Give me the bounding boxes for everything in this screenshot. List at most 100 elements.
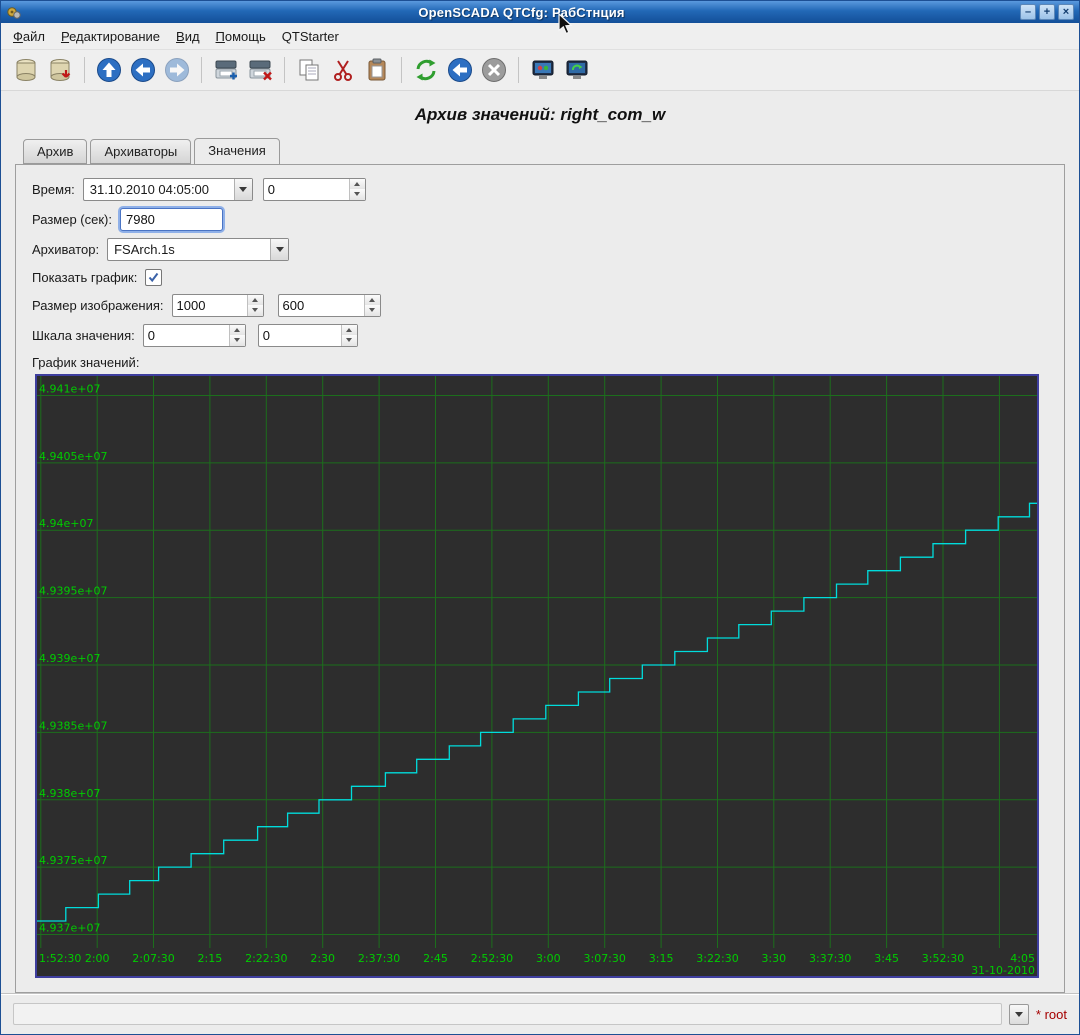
archiver-combo[interactable]: FSArch.1s xyxy=(107,238,289,261)
image-width-spinbox[interactable] xyxy=(172,294,264,317)
scale-from-down-button[interactable] xyxy=(230,335,245,346)
svg-text:3:52:30: 3:52:30 xyxy=(922,952,964,965)
time-combo-value: 31.10.2010 04:05:00 xyxy=(84,179,234,200)
svg-text:4.938e+07: 4.938e+07 xyxy=(39,787,100,800)
image-width-up-button[interactable] xyxy=(248,295,263,306)
toolbar-separator xyxy=(401,57,402,83)
image-width-down-button[interactable] xyxy=(248,305,263,316)
image-width-input[interactable] xyxy=(173,295,247,316)
svg-text:4.9385e+07: 4.9385e+07 xyxy=(39,719,107,732)
svg-text:3:07:30: 3:07:30 xyxy=(583,952,625,965)
page-title: Архив значений: right_com_w xyxy=(415,105,665,125)
image-height-input[interactable] xyxy=(279,295,364,316)
svg-text:3:30: 3:30 xyxy=(761,952,786,965)
menu-qtstarter[interactable]: QTStarter xyxy=(274,25,347,48)
svg-text:3:15: 3:15 xyxy=(649,952,674,965)
up-button[interactable] xyxy=(92,53,126,87)
archiver-label: Архиватор: xyxy=(32,242,99,257)
chevron-down-icon xyxy=(276,247,284,252)
tab-archivers[interactable]: Архиваторы xyxy=(90,139,191,164)
image-height-spinbox[interactable] xyxy=(278,294,381,317)
archiver-combo-arrow[interactable] xyxy=(270,239,288,260)
back-button[interactable] xyxy=(126,53,160,87)
forward-button[interactable] xyxy=(160,53,194,87)
refresh-button[interactable] xyxy=(409,53,443,87)
time-combo-arrow[interactable] xyxy=(234,179,252,200)
app-window: OpenSCADA QTCfg: РабСтнция – + × Файл Ре… xyxy=(0,0,1080,1035)
menu-edit[interactable]: Редактирование xyxy=(53,25,168,48)
image-height-up-button[interactable] xyxy=(365,295,380,306)
forward-icon xyxy=(164,57,190,83)
chevron-down-icon xyxy=(346,338,352,342)
menu-file[interactable]: Файл xyxy=(5,25,53,48)
chevron-down-icon xyxy=(369,308,375,312)
cut-button[interactable] xyxy=(326,53,360,87)
value-graph-label: График значений: xyxy=(32,355,139,370)
stop-update-icon xyxy=(481,57,507,83)
image-size-label: Размер изображения: xyxy=(32,298,164,313)
copy-button[interactable] xyxy=(292,53,326,87)
image-height-down-button[interactable] xyxy=(365,305,380,316)
time-usec-down-button[interactable] xyxy=(350,189,365,200)
tab-values[interactable]: Значения xyxy=(194,138,279,165)
scale-to-down-button[interactable] xyxy=(342,335,357,346)
size-row: Размер (сек): xyxy=(32,207,1048,231)
size-input[interactable] xyxy=(120,208,223,231)
qtstarter-run-icon xyxy=(530,57,556,83)
svg-text:31-10-2010: 31-10-2010 xyxy=(971,964,1035,976)
time-usec-input[interactable] xyxy=(264,179,349,200)
start-update-icon xyxy=(447,57,473,83)
maximize-button[interactable]: + xyxy=(1039,4,1055,20)
close-button[interactable]: × xyxy=(1058,4,1074,20)
svg-text:1:52:30: 1:52:30 xyxy=(39,952,81,965)
chevron-up-icon xyxy=(354,182,360,186)
svg-text:3:37:30: 3:37:30 xyxy=(809,952,851,965)
user-combo-button[interactable] xyxy=(1009,1004,1029,1025)
toolbar-separator xyxy=(284,57,285,83)
time-combo[interactable]: 31.10.2010 04:05:00 xyxy=(83,178,253,201)
load-db-button[interactable] xyxy=(9,53,43,87)
load-db-icon xyxy=(13,57,39,83)
svg-text:3:00: 3:00 xyxy=(536,952,561,965)
start-update-button[interactable] xyxy=(443,53,477,87)
save-db-button[interactable] xyxy=(43,53,77,87)
scale-to-up-button[interactable] xyxy=(342,325,357,336)
save-db-icon xyxy=(47,57,73,83)
time-row: Время: 31.10.2010 04:05:00 xyxy=(32,177,1048,201)
scale-from-spinbox[interactable] xyxy=(143,324,246,347)
window-title: OpenSCADA QTCfg: РабСтнция xyxy=(26,5,1017,20)
tab-archive[interactable]: Архив xyxy=(23,139,87,164)
qtstarter-run-button[interactable] xyxy=(526,53,560,87)
time-usec-up-button[interactable] xyxy=(350,179,365,190)
current-user: * root xyxy=(1036,1007,1067,1022)
stop-update-button[interactable] xyxy=(477,53,511,87)
status-message xyxy=(13,1003,1002,1025)
back-icon xyxy=(130,57,156,83)
show-graph-row: Показать график: xyxy=(32,267,1048,287)
value-scale-label: Шкала значения: xyxy=(32,328,135,343)
svg-text:3:45: 3:45 xyxy=(874,952,899,965)
paste-button[interactable] xyxy=(360,53,394,87)
app-icon xyxy=(6,4,22,20)
delete-item-button[interactable] xyxy=(243,53,277,87)
archiver-row: Архиватор: FSArch.1s xyxy=(32,237,1048,261)
svg-text:2:22:30: 2:22:30 xyxy=(245,952,287,965)
scale-from-input[interactable] xyxy=(144,325,229,346)
scale-to-spinbox[interactable] xyxy=(258,324,358,347)
menu-help[interactable]: Помощь xyxy=(208,25,274,48)
svg-text:2:30: 2:30 xyxy=(310,952,335,965)
show-graph-checkbox[interactable] xyxy=(145,269,162,286)
heading-row: Архив значений: right_com_w xyxy=(1,91,1079,139)
qtstarter-config-button[interactable] xyxy=(560,53,594,87)
menu-view[interactable]: Вид xyxy=(168,25,208,48)
scale-to-input[interactable] xyxy=(259,325,341,346)
add-item-button[interactable] xyxy=(209,53,243,87)
add-item-icon xyxy=(213,57,239,83)
cut-icon xyxy=(330,57,356,83)
minimize-button[interactable]: – xyxy=(1020,4,1036,20)
svg-text:2:15: 2:15 xyxy=(198,952,223,965)
svg-text:2:45: 2:45 xyxy=(423,952,448,965)
time-usec-spinbox[interactable] xyxy=(263,178,366,201)
title-bar[interactable]: OpenSCADA QTCfg: РабСтнция – + × xyxy=(1,1,1079,23)
scale-from-up-button[interactable] xyxy=(230,325,245,336)
